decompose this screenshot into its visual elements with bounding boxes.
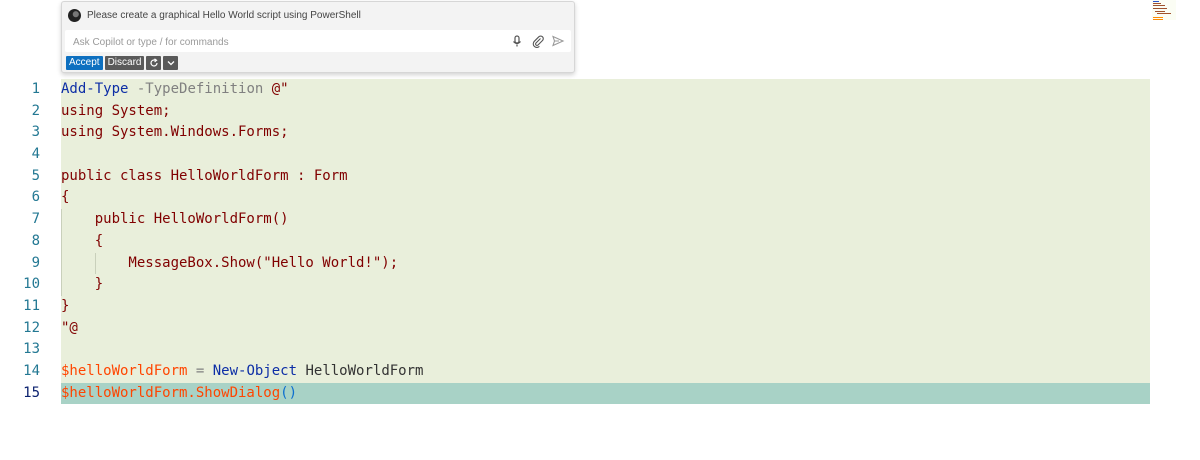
code-content[interactable]: }	[61, 274, 1150, 296]
code-token: $helloWorldForm	[61, 362, 188, 379]
code-line[interactable]: 4	[0, 144, 1200, 166]
code-line[interactable]: 1 Add-Type -TypeDefinition @"	[0, 79, 1200, 101]
code-token: public class HelloWorldForm : Form	[61, 167, 348, 184]
code-line[interactable]: 14 $helloWorldForm = New-Object HelloWorl…	[0, 360, 1200, 383]
code-token: using System.Windows.Forms;	[61, 124, 289, 141]
code-token: "@	[61, 319, 78, 336]
indent-guide	[95, 252, 96, 275]
indent-guide	[61, 209, 62, 231]
code-line[interactable]: 8 {	[0, 230, 1200, 253]
code-content[interactable]: public HelloWorldForm()	[61, 209, 1150, 231]
code-line[interactable]: 11}	[0, 295, 1200, 318]
code-line[interactable]: 12 "@	[0, 317, 1200, 340]
discard-button[interactable]: Discard	[104, 56, 145, 70]
code-token: New-Object	[212, 362, 298, 379]
line-number: 6	[31, 189, 40, 206]
code-content[interactable]: $helloWorldForm.ShowDialog()	[61, 382, 1150, 405]
line-number: 10	[23, 276, 40, 293]
code-content[interactable]: public class HelloWorldForm : Form	[61, 165, 1150, 188]
code-editor[interactable]: 1 Add-Type -TypeDefinition @" 2 using Syste…	[0, 79, 1200, 405]
avatar	[68, 9, 81, 22]
chat-input-box[interactable]	[65, 30, 571, 52]
line-number: 1	[31, 81, 40, 97]
code-token: }	[61, 297, 70, 314]
send-icon[interactable]	[551, 34, 565, 48]
code-line[interactable]: 13	[0, 339, 1200, 361]
inline-chat-widget: Please create a graphical Hello World sc…	[61, 1, 575, 73]
microphone-icon[interactable]	[510, 34, 524, 48]
code-content[interactable]: Add-Type -TypeDefinition @"	[61, 79, 1150, 101]
code-token: {	[61, 232, 104, 249]
code-token: =	[187, 362, 213, 379]
line-number: 9	[31, 254, 40, 271]
code-content[interactable]	[61, 339, 1150, 361]
code-token: $helloWorldForm.ShowDialog	[61, 384, 281, 401]
code-line[interactable]: 15 $helloWorldForm.ShowDialog()	[0, 382, 1200, 405]
line-number: 15	[23, 384, 40, 401]
code-token: MessageBox.Show("Hello World!");	[61, 254, 399, 271]
code-token: }	[61, 276, 104, 293]
code-content[interactable]: $helloWorldForm = New-Object HelloWorldF…	[61, 360, 1150, 383]
code-line[interactable]: 7 public HelloWorldForm()	[0, 209, 1200, 231]
code-content[interactable]: MessageBox.Show("Hello World!");	[61, 252, 1150, 275]
code-content[interactable]: {	[61, 187, 1150, 210]
code-token: -TypeDefinition	[136, 81, 264, 97]
attach-icon[interactable]	[531, 34, 545, 48]
line-number: 2	[31, 102, 40, 119]
code-token: HelloWorldForm	[297, 362, 424, 379]
code-content[interactable]: using System;	[61, 100, 1150, 123]
regenerate-icon[interactable]	[146, 56, 162, 70]
chat-prompt: Please create a graphical Hello World sc…	[68, 9, 361, 22]
code-token: public HelloWorldForm()	[61, 211, 289, 228]
line-number: 5	[31, 167, 40, 184]
code-token: Add-Type	[61, 81, 129, 97]
accept-button[interactable]: Accept	[66, 56, 103, 70]
code-token: {	[61, 189, 70, 206]
code-content[interactable]: "@	[61, 317, 1150, 340]
line-number: 7	[31, 211, 40, 228]
code-line[interactable]: 6{	[0, 187, 1200, 210]
code-content[interactable]: }	[61, 295, 1150, 318]
code-content[interactable]	[61, 144, 1150, 166]
line-number: 14	[23, 362, 40, 379]
prompt-text: Please create a graphical Hello World sc…	[87, 10, 361, 21]
line-number: 13	[23, 341, 40, 358]
indent-guide	[61, 230, 62, 253]
code-content[interactable]: using System.Windows.Forms;	[61, 122, 1150, 145]
line-number: 3	[31, 124, 40, 141]
line-number: 11	[23, 297, 40, 314]
code-content[interactable]: {	[61, 230, 1150, 253]
code-token: ()	[280, 384, 298, 401]
code-line[interactable]: 3 using System.Windows.Forms;	[0, 122, 1200, 145]
line-number: 12	[23, 319, 40, 336]
minimap[interactable]	[1152, 0, 1176, 20]
code-line[interactable]: 9 MessageBox.Show("Hello World!");	[0, 252, 1200, 275]
indent-guide	[61, 274, 62, 296]
code-line[interactable]: 2 using System;	[0, 100, 1200, 123]
code-token: @"	[263, 81, 289, 97]
chevron-down-icon[interactable]	[163, 56, 179, 70]
chat-input[interactable]	[71, 33, 495, 51]
code-token: using System;	[61, 102, 171, 119]
chat-actions: Accept Discard	[66, 56, 179, 70]
indent-guide	[61, 252, 62, 275]
code-line[interactable]: 5 public class HelloWorldForm : Form	[0, 165, 1200, 188]
line-number: 8	[31, 232, 40, 249]
code-line[interactable]: 10 }	[0, 274, 1200, 296]
line-number: 4	[31, 146, 40, 163]
